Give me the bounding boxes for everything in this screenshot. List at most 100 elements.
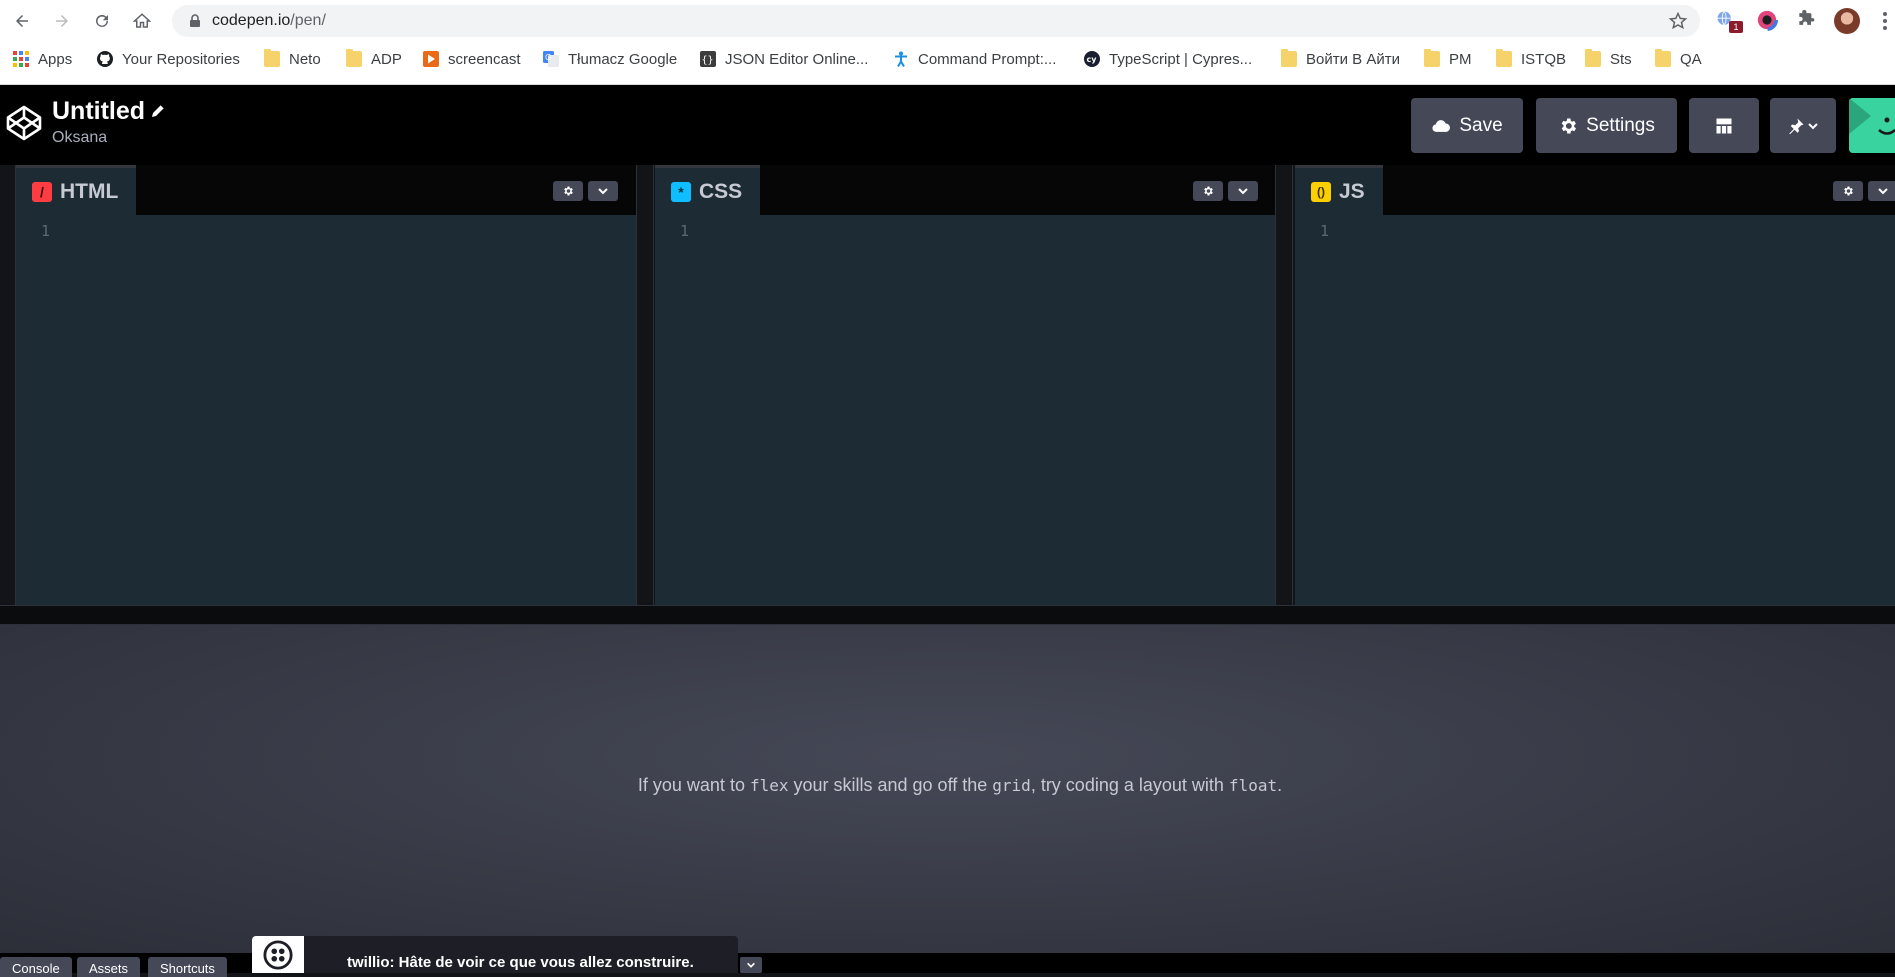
- twilio-logo-icon[interactable]: [252, 936, 304, 973]
- bookmark-json-editor[interactable]: {} JSON Editor Online...: [700, 49, 868, 69]
- smiley-avatar-icon: [1849, 98, 1895, 153]
- accessibility-icon: [895, 51, 907, 67]
- svg-text:G: G: [545, 53, 551, 62]
- html-editor[interactable]: / HTML 1: [16, 165, 636, 605]
- folder-icon: [1496, 49, 1512, 67]
- browser-chrome: codepen.io/pen/ 1 Apps Your Repositories…: [0, 0, 1895, 85]
- line-number: 1: [41, 222, 51, 240]
- folder-icon: [1585, 49, 1601, 67]
- css-editor-tab[interactable]: * CSS: [655, 165, 761, 215]
- css-editor[interactable]: * CSS 1: [655, 165, 1275, 605]
- github-icon: [97, 51, 113, 67]
- pen-title[interactable]: Untitled: [52, 97, 145, 126]
- cypress-icon: cy: [1084, 51, 1100, 67]
- css-lang-icon: *: [671, 181, 691, 202]
- svg-text:cy: cy: [1087, 55, 1098, 64]
- color-picker-icon: [1756, 9, 1778, 31]
- layout-icon: [1716, 118, 1732, 133]
- bookmark-qa[interactable]: QA: [1655, 49, 1702, 69]
- css-options-dropdown[interactable]: [1228, 181, 1258, 201]
- js-options-dropdown[interactable]: [1868, 181, 1895, 201]
- editor-left-gutter: [0, 165, 16, 605]
- json-editor-icon: {}: [700, 51, 716, 67]
- screencast-icon: [423, 51, 439, 67]
- back-button[interactable]: [10, 9, 34, 33]
- svg-text:{}: {}: [702, 55, 714, 66]
- bookmark-google-translate[interactable]: G Tłumacz Google: [543, 49, 677, 69]
- pencil-icon[interactable]: [149, 102, 167, 120]
- chevron-down-icon: [1808, 122, 1818, 129]
- user-avatar[interactable]: [1849, 98, 1895, 153]
- bookmark-apps[interactable]: Apps: [13, 49, 72, 69]
- reload-button[interactable]: [90, 9, 114, 33]
- arrow-left-icon: [16, 15, 28, 27]
- result-preview[interactable]: If you want to flex your skills and go o…: [0, 625, 1895, 953]
- js-lang-icon: (): [1311, 181, 1331, 202]
- forward-button[interactable]: [50, 9, 74, 33]
- bookmark-your-repositories[interactable]: Your Repositories: [97, 49, 240, 69]
- html-settings-button[interactable]: [553, 181, 583, 201]
- puzzle-icon: [1799, 9, 1815, 25]
- bookmark-istqb[interactable]: ISTQB: [1496, 49, 1566, 69]
- twilio-icon: [263, 939, 293, 970]
- bookmark-typescript-cypress[interactable]: cy TypeScript | Cypres...: [1084, 49, 1252, 69]
- js-editor[interactable]: () JS 1: [1295, 165, 1895, 605]
- editor-resize-handle[interactable]: [1275, 165, 1293, 605]
- html-options-dropdown[interactable]: [588, 181, 618, 201]
- html-lang-icon: /: [32, 181, 52, 202]
- bookmark-pm[interactable]: PM: [1424, 49, 1472, 69]
- ad-text[interactable]: twillio: Hâte de voir ce que vous allez …: [347, 954, 694, 971]
- gear-icon: [1561, 118, 1577, 133]
- editor-resize-handle[interactable]: [636, 165, 654, 605]
- more-vert-icon[interactable]: [1882, 10, 1888, 32]
- line-number: 1: [1320, 222, 1330, 240]
- extension-badge: 1: [1729, 21, 1743, 33]
- js-editor-tab[interactable]: () JS: [1295, 165, 1383, 215]
- bookmarks-bar: Apps Your Repositories Neto ADP screenca…: [0, 42, 1895, 76]
- assets-button[interactable]: Assets: [77, 957, 141, 977]
- color-extension[interactable]: [1756, 9, 1780, 33]
- chevron-down-icon: [598, 188, 608, 195]
- cloud-icon: [1432, 119, 1451, 132]
- home-button[interactable]: [130, 9, 154, 33]
- bookmark-sts[interactable]: Sts: [1585, 49, 1632, 69]
- line-number: 1: [680, 222, 690, 240]
- extensions-button[interactable]: [1796, 9, 1820, 33]
- bookmark-adp[interactable]: ADP: [346, 49, 402, 69]
- bookmark-neto[interactable]: Neto: [264, 49, 321, 69]
- folder-icon: [1281, 49, 1297, 67]
- lock-icon: [190, 14, 200, 27]
- js-settings-button[interactable]: [1833, 181, 1863, 201]
- ad-collapse-button[interactable]: [740, 957, 762, 973]
- bookmark-voiti-v-aiti[interactable]: Войти В Айти: [1281, 49, 1400, 69]
- gear-icon: [564, 186, 573, 196]
- chevron-down-icon: [1238, 188, 1248, 195]
- html-editor-tab[interactable]: / HTML: [16, 165, 137, 215]
- folder-icon: [1655, 49, 1671, 67]
- translate-extension[interactable]: 1: [1715, 9, 1743, 33]
- change-view-button[interactable]: [1689, 98, 1759, 153]
- address-bar[interactable]: codepen.io/pen/: [172, 5, 1700, 37]
- shortcuts-button[interactable]: Shortcuts: [148, 957, 227, 977]
- pin-menu-button[interactable]: [1770, 98, 1836, 153]
- empty-preview-message: If you want to flex your skills and go o…: [637, 775, 1283, 795]
- pin-icon: [1789, 118, 1804, 134]
- codepen-logo-icon[interactable]: [4, 103, 44, 143]
- profile-avatar[interactable]: [1834, 8, 1860, 34]
- js-editor-header: [1295, 165, 1895, 215]
- browser-toolbar: codepen.io/pen/ 1: [0, 0, 1895, 42]
- preview-resize-handle[interactable]: [0, 605, 1895, 625]
- settings-button[interactable]: Settings: [1536, 98, 1677, 153]
- bookmark-screencast[interactable]: screencast: [423, 49, 521, 69]
- apps-grid-icon: [13, 51, 29, 67]
- editors-area: / HTML 1 * CSS 1 () JS 1: [0, 165, 1895, 605]
- folder-icon: [346, 49, 362, 67]
- arrow-right-icon: [56, 15, 68, 27]
- bookmark-command-prompt[interactable]: Command Prompt:...: [893, 49, 1056, 69]
- save-button[interactable]: Save: [1411, 98, 1523, 153]
- pen-owner[interactable]: Oksana: [52, 129, 107, 147]
- chevron-down-icon: [1878, 188, 1888, 195]
- css-settings-button[interactable]: [1193, 181, 1223, 201]
- bookmark-star-icon[interactable]: [1668, 11, 1688, 31]
- console-button[interactable]: Console: [0, 957, 72, 977]
